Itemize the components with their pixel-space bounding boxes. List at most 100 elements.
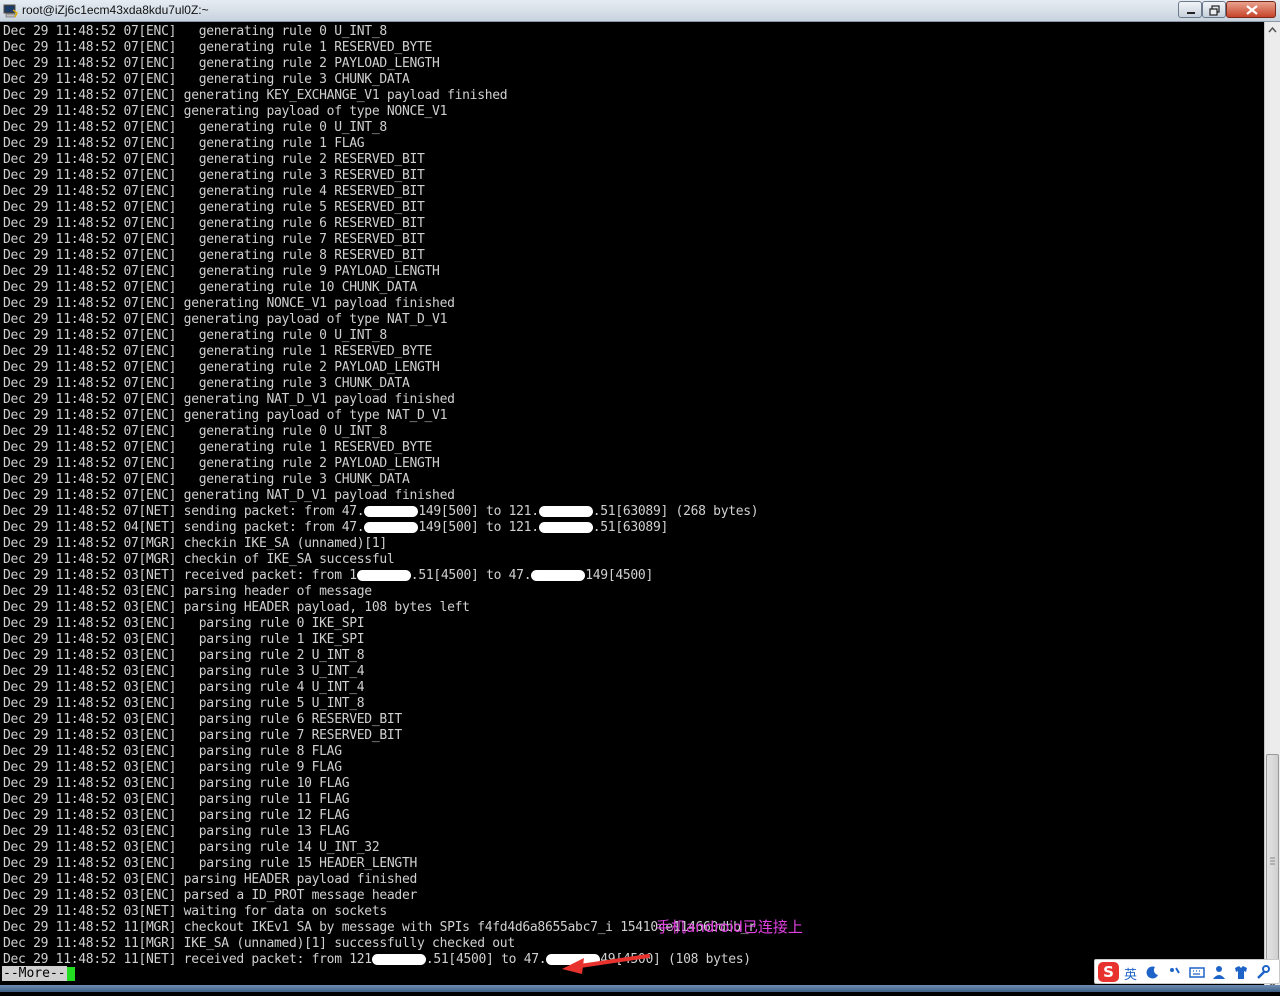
annotation-arrow-icon (562, 954, 650, 974)
log-message: parsing rule 12 FLAG (183, 808, 350, 823)
log-timestamp: Dec 29 11:48:52 (3, 376, 124, 391)
terminal-output[interactable]: Dec 29 11:48:52 07[ENC] generating rule … (0, 22, 1264, 992)
log-message: generating rule 2 PAYLOAD_LENGTH (183, 456, 440, 471)
close-button[interactable] (1226, 1, 1276, 18)
log-timestamp: Dec 29 11:48:52 (3, 424, 124, 439)
log-message: generating rule 4 RESERVED_BIT (183, 184, 425, 199)
log-timestamp: Dec 29 11:48:52 (3, 216, 124, 231)
log-message: parsing HEADER payload finished (183, 872, 418, 887)
user-icon[interactable] (1211, 964, 1227, 980)
log-message: received packet: from 121 (183, 952, 372, 967)
log-message: generating rule 5 RESERVED_BIT (183, 200, 425, 215)
log-thread: 04 (123, 520, 139, 535)
log-message: generating rule 2 PAYLOAD_LENGTH (183, 360, 440, 375)
log-thread: 03 (123, 792, 139, 807)
log-message: .51[4500] to 47. (425, 952, 547, 967)
log-thread: 07 (123, 328, 139, 343)
log-thread: 03 (123, 744, 139, 759)
log-tag: [ENC] (138, 376, 177, 391)
punctuation-icon[interactable] (1167, 964, 1183, 980)
log-thread: 03 (123, 856, 139, 871)
log-timestamp: Dec 29 11:48:52 (3, 264, 124, 279)
log-thread: 03 (123, 584, 139, 599)
log-thread: 03 (123, 888, 139, 903)
redaction-mark (364, 506, 419, 517)
log-message: generating rule 0 U_INT_8 (183, 24, 387, 39)
taskbar[interactable] (0, 985, 1280, 992)
sogou-logo-icon[interactable]: S (1098, 962, 1119, 982)
log-tag: [ENC] (138, 296, 177, 311)
restore-icon (1209, 5, 1220, 16)
log-timestamp: Dec 29 11:48:52 (3, 440, 124, 455)
log-tag: [ENC] (138, 680, 177, 695)
log-tag: [ENC] (138, 696, 177, 711)
log-tag: [ENC] (138, 776, 177, 791)
log-thread: 07 (123, 120, 139, 135)
log-message: parsing rule 3 U_INT_4 (183, 664, 365, 679)
log-message: generating rule 2 RESERVED_BIT (183, 152, 425, 167)
log-message: generating rule 1 RESERVED_BYTE (183, 440, 433, 455)
log-tag: [ENC] (138, 40, 177, 55)
log-line: Dec 29 11:48:52 03[ENC] parsing rule 14 … (3, 840, 758, 856)
log-thread: 03 (123, 808, 139, 823)
scroll-thumb[interactable] (1266, 754, 1279, 972)
log-timestamp: Dec 29 11:48:52 (3, 840, 124, 855)
log-message: generating NAT_D_V1 payload finished (183, 488, 455, 503)
vertical-scrollbar[interactable] (1264, 22, 1280, 992)
log-message: generating NONCE_V1 payload finished (183, 296, 455, 311)
log-message: generating payload of type NAT_D_V1 (183, 408, 448, 423)
skin-icon[interactable] (1233, 964, 1249, 980)
log-line: Dec 29 11:48:52 03[ENC] parsing rule 7 R… (3, 728, 758, 744)
log-tag: [NET] (138, 904, 177, 919)
window-titlebar[interactable]: root@iZj6c1ecm43xda8kdu7ul0Z:~ (0, 0, 1280, 22)
log-message: parsed a ID_PROT message header (183, 888, 418, 903)
log-message: parsing rule 4 U_INT_4 (183, 680, 365, 695)
ime-language-toggle[interactable]: 英 (1124, 964, 1137, 983)
log-timestamp: Dec 29 11:48:52 (3, 344, 124, 359)
log-tag: [ENC] (138, 840, 177, 855)
log-timestamp: Dec 29 11:48:52 (3, 328, 124, 343)
log-tag: [ENC] (138, 456, 177, 471)
log-message: .51[63089] (592, 520, 669, 535)
log-timestamp: Dec 29 11:48:52 (3, 136, 124, 151)
scroll-up-button[interactable] (1265, 22, 1280, 38)
log-thread: 07 (123, 456, 139, 471)
log-message: 149[500] to 121. (418, 520, 539, 535)
log-timestamp: Dec 29 11:48:52 (3, 280, 124, 295)
ime-toolbar[interactable]: S 英 (1094, 959, 1280, 984)
maximize-button[interactable] (1202, 1, 1226, 18)
log-message: .51[63089] (268 bytes) (592, 504, 759, 519)
log-thread: 07 (123, 504, 139, 519)
log-tag: [ENC] (138, 488, 177, 503)
log-line: Dec 29 11:48:52 03[ENC] parsing rule 5 U… (3, 696, 758, 712)
keyboard-icon[interactable] (1189, 964, 1205, 980)
log-timestamp: Dec 29 11:48:52 (3, 584, 124, 599)
log-tag: [MGR] (138, 552, 177, 567)
log-thread: 07 (123, 72, 139, 87)
log-line: Dec 29 11:48:52 03[ENC] parsed a ID_PROT… (3, 888, 758, 904)
log-tag: [ENC] (138, 808, 177, 823)
log-tag: [ENC] (138, 744, 177, 759)
log-tag: [ENC] (138, 264, 177, 279)
log-thread: 03 (123, 632, 139, 647)
log-timestamp: Dec 29 11:48:52 (3, 232, 124, 247)
log-line: Dec 29 11:48:52 03[ENC] parsing rule 12 … (3, 808, 758, 824)
log-message: generating payload of type NONCE_V1 (183, 104, 448, 119)
minimize-button[interactable] (1178, 1, 1202, 18)
moon-icon[interactable] (1145, 964, 1161, 980)
log-message: generating KEY_EXCHANGE_V1 payload finis… (183, 88, 508, 103)
log-message: generating rule 2 PAYLOAD_LENGTH (183, 56, 440, 71)
log-message: generating rule 1 RESERVED_BYTE (183, 344, 433, 359)
log-line: Dec 29 11:48:52 07[ENC] generating rule … (3, 264, 758, 280)
log-thread: 07 (123, 200, 139, 215)
redaction-mark (538, 506, 593, 517)
log-message: parsing rule 10 FLAG (183, 776, 350, 791)
log-message: checkin of IKE_SA successful (183, 552, 395, 567)
log-tag: [ENC] (138, 168, 177, 183)
wrench-icon[interactable] (1255, 964, 1271, 980)
log-tag: [ENC] (138, 328, 177, 343)
log-timestamp: Dec 29 11:48:52 (3, 920, 124, 935)
log-timestamp: Dec 29 11:48:52 (3, 296, 124, 311)
log-thread: 03 (123, 616, 139, 631)
log-line: Dec 29 11:48:52 07[ENC] generating NONCE… (3, 296, 758, 312)
